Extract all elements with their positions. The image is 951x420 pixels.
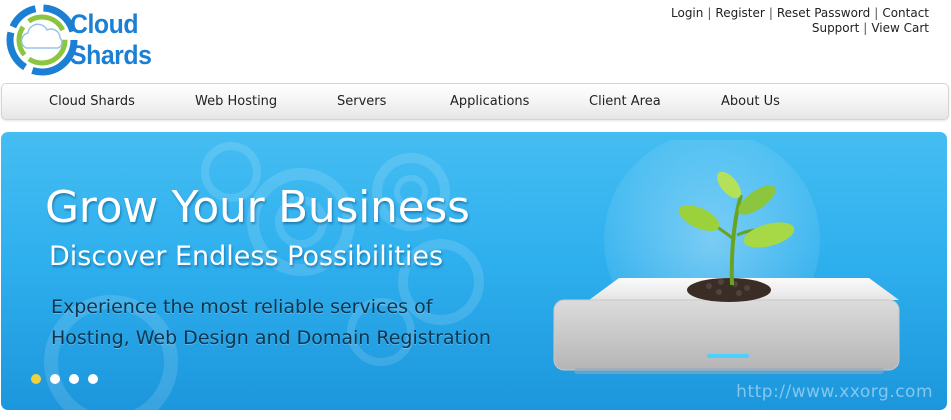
main-nav: Cloud Shards Web Hosting Servers Applica… [1,83,949,120]
nav-item-applications[interactable]: Applications [450,84,529,119]
slide-dot-2[interactable] [50,374,60,384]
watermark-text: http://www.xxorg.com [736,382,933,402]
tagline-line-1: Experience the most reliable services of [51,296,433,318]
nav-item-about-us[interactable]: About Us [721,84,780,119]
top-links: Login | Register | Reset Password | Contact Su… [584,6,929,36]
site-logo[interactable]: Cloud Shards [6,4,226,76]
plant-server-illustration [553,140,900,374]
nav-item-client-area[interactable]: Client Area [589,84,661,119]
brand-name: Cloud Shards [70,9,152,70]
nav-item-web-hosting[interactable]: Web Hosting [195,84,277,119]
separator: | [768,6,773,20]
banner-subheadline: Discover Endless Possibilities [49,241,444,272]
view-cart-link[interactable]: View Cart [871,21,929,35]
nav-item-servers[interactable]: Servers [337,84,386,119]
separator: | [863,21,868,35]
slide-indicator [31,374,98,384]
banner-headline: Grow Your Business [45,182,470,233]
separator: | [874,6,879,20]
login-link[interactable]: Login [671,6,703,20]
tagline-line-2: Hosting, Web Design and Domain Registrat… [51,327,491,349]
banner-tagline: Experience the most reliable services of… [51,292,491,354]
slide-dot-3[interactable] [69,374,79,384]
separator: | [707,6,712,20]
reset-password-link[interactable]: Reset Password [777,6,870,20]
slide-dot-1[interactable] [31,374,41,384]
cloud-logo-icon [6,4,78,76]
slide-dot-4[interactable] [88,374,98,384]
nav-item-cloud-shards[interactable]: Cloud Shards [49,84,135,119]
register-link[interactable]: Register [715,6,764,20]
hero-banner: Grow Your Business Discover Endless Poss… [1,132,947,410]
